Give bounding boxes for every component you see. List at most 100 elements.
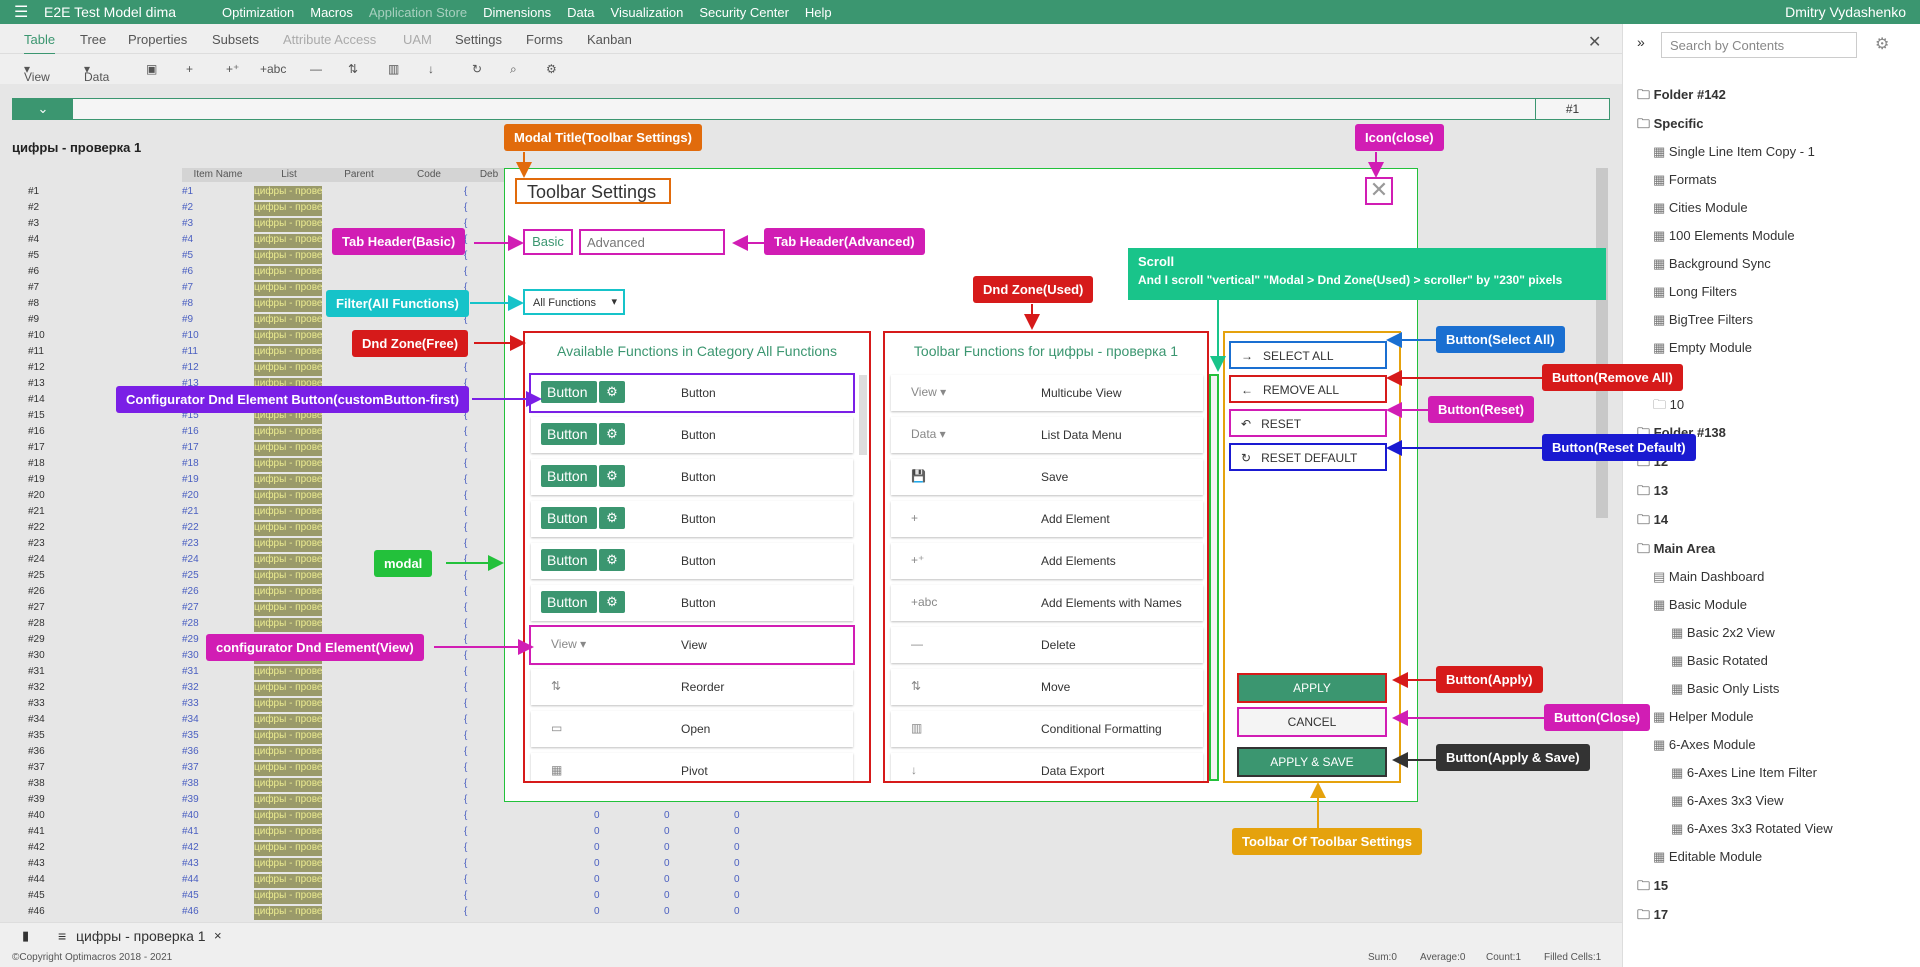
collapse-panel-icon[interactable]: » (1637, 34, 1645, 50)
contents-item[interactable]: ▦ Basic 2x2 View (1671, 625, 1775, 641)
gear-icon[interactable]: ⚙ (599, 423, 625, 445)
row-list-cell[interactable]: цифры - проверка 1 (254, 666, 322, 680)
row-item-name[interactable]: #34 (182, 714, 199, 725)
add-element-icon[interactable]: + (186, 62, 193, 76)
contents-item[interactable]: ▦ Basic Only Lists (1671, 681, 1779, 697)
row-item-name[interactable]: #42 (182, 842, 199, 853)
contents-item[interactable]: ▦ Basic Rotated (1671, 653, 1768, 669)
row-list-cell[interactable]: цифры - проверка 1 (254, 858, 322, 872)
row-value-cell[interactable]: 0 (734, 906, 740, 917)
row-debit-cell[interactable]: { (464, 842, 467, 853)
row-item-name[interactable]: #4 (182, 234, 193, 245)
delete-icon[interactable]: — (310, 62, 322, 76)
row-list-cell[interactable]: цифры - проверка 1 (254, 714, 322, 728)
user-name[interactable]: Dmitry Vydashenko (1785, 4, 1906, 20)
row-item-name[interactable]: #23 (182, 538, 199, 549)
row-item-name[interactable]: #19 (182, 474, 199, 485)
column-header[interactable]: Code (394, 168, 464, 182)
row-list-cell[interactable]: цифры - проверка 1 (254, 506, 322, 520)
save-icon[interactable]: ▣ (146, 62, 157, 76)
row-list-cell[interactable]: цифры - проверка 1 (254, 730, 322, 744)
row-item-name[interactable]: #32 (182, 682, 199, 693)
row-value-cell[interactable]: 0 (664, 826, 670, 837)
row-debit-cell[interactable]: { (464, 810, 467, 821)
row-debit-cell[interactable]: { (464, 474, 467, 485)
tab-tree[interactable]: Tree (80, 32, 106, 47)
row-item-name[interactable]: #43 (182, 858, 199, 869)
custom-button-first[interactable]: Button ⚙ Button (529, 373, 855, 413)
select-all-button[interactable]: → SELECT ALL (1229, 341, 1387, 369)
contents-item[interactable]: ▦ 100 Elements Module (1653, 228, 1795, 244)
row-debit-cell[interactable]: { (464, 570, 467, 581)
menu-security-center[interactable]: Security Center (699, 5, 789, 20)
row-list-cell[interactable]: цифры - проверка 1 (254, 810, 322, 824)
row-value-cell[interactable]: 0 (594, 858, 600, 869)
used-dnd-element[interactable]: +abc Add Elements with Names (891, 585, 1203, 621)
row-item-name[interactable]: #27 (182, 602, 199, 613)
row-value-cell[interactable]: 0 (734, 842, 740, 853)
row-list-cell[interactable]: цифры - проверка 1 (254, 234, 322, 248)
row-label[interactable]: #24 (28, 554, 45, 565)
row-label[interactable]: #32 (28, 682, 45, 693)
row-list-cell[interactable]: цифры - проверка 1 (254, 538, 322, 552)
contents-item[interactable]: ▦ Long Filters (1653, 284, 1737, 300)
reset-default-button[interactable]: ↻ RESET DEFAULT (1229, 443, 1387, 471)
gear-icon[interactable]: ⚙ (599, 507, 625, 529)
row-label[interactable]: #41 (28, 826, 45, 837)
contents-item[interactable]: 🗀 15 (1637, 877, 1668, 899)
contents-item[interactable]: 🗀 Specific (1637, 115, 1703, 137)
row-label[interactable]: #35 (28, 730, 45, 741)
contents-item[interactable]: ▦ Cities Module (1653, 200, 1748, 216)
row-label[interactable]: #43 (28, 858, 45, 869)
contents-search-input[interactable]: Search by Contents (1661, 32, 1857, 58)
row-item-name[interactable]: #11 (182, 346, 198, 357)
row-label[interactable]: #16 (28, 426, 45, 437)
row-value-cell[interactable]: 0 (594, 890, 600, 901)
tab-uam[interactable]: UAM (403, 32, 432, 47)
row-item-name[interactable]: #6 (182, 266, 193, 277)
contents-item[interactable]: 🗀 10 (1653, 396, 1684, 418)
row-value-cell[interactable]: 0 (594, 842, 600, 853)
row-debit-cell[interactable]: { (464, 538, 467, 549)
row-item-name[interactable]: #17 (182, 442, 199, 453)
row-item-name[interactable]: #20 (182, 490, 199, 501)
contents-item[interactable]: 🗀 13 (1637, 482, 1668, 504)
row-list-cell[interactable]: цифры - проверка 1 (254, 458, 322, 472)
refresh-icon[interactable]: ↻ (472, 62, 482, 76)
tab-forms[interactable]: Forms (526, 32, 563, 47)
row-value-cell[interactable]: 0 (594, 826, 600, 837)
row-item-name[interactable]: #24 (182, 554, 199, 565)
functions-filter-select[interactable]: All Functions ▾ (523, 289, 625, 315)
row-debit-cell[interactable]: { (464, 186, 467, 197)
used-dnd-element[interactable]: +⁺ Add Elements (891, 543, 1203, 579)
gear-icon[interactable]: ⚙ (599, 381, 625, 403)
row-debit-cell[interactable]: { (464, 602, 467, 613)
row-value-cell[interactable]: 0 (664, 842, 670, 853)
contents-item[interactable]: ▦ 6-Axes Line Item Filter (1671, 765, 1817, 781)
tab-settings[interactable]: Settings (455, 32, 502, 47)
row-list-cell[interactable]: цифры - проверка 1 (254, 282, 322, 296)
row-debit-cell[interactable]: { (464, 826, 467, 837)
row-debit-cell[interactable]: { (464, 746, 467, 757)
row-item-name[interactable]: #5 (182, 250, 193, 261)
row-label[interactable]: #33 (28, 698, 45, 709)
custom-button-element[interactable]: Button ⚙ Button (531, 459, 853, 495)
add-elements-names-icon[interactable]: +abc (260, 62, 286, 76)
row-label[interactable]: #38 (28, 778, 45, 789)
row-label[interactable]: #21 (28, 506, 45, 517)
menu-help[interactable]: Help (805, 5, 832, 20)
row-list-cell[interactable]: цифры - проверка 1 (254, 266, 322, 280)
row-list-cell[interactable]: цифры - проверка 1 (254, 522, 322, 536)
gear-icon[interactable]: ⚙ (1875, 34, 1889, 54)
row-item-name[interactable]: #30 (182, 650, 199, 661)
custom-button-element[interactable]: Button ⚙ Button (531, 585, 853, 621)
row-list-cell[interactable]: цифры - проверка 1 (254, 762, 322, 776)
row-item-name[interactable]: #35 (182, 730, 199, 741)
row-label[interactable]: #27 (28, 602, 45, 613)
grid-scrollbar[interactable] (1596, 168, 1608, 518)
used-dnd-element[interactable]: — Delete (891, 627, 1203, 663)
dnd-element[interactable]: ⇅ Reorder (531, 669, 853, 705)
row-debit-cell[interactable]: { (464, 890, 467, 901)
row-list-cell[interactable]: цифры - проверка 1 (254, 298, 322, 312)
row-label[interactable]: #1 (28, 186, 39, 197)
